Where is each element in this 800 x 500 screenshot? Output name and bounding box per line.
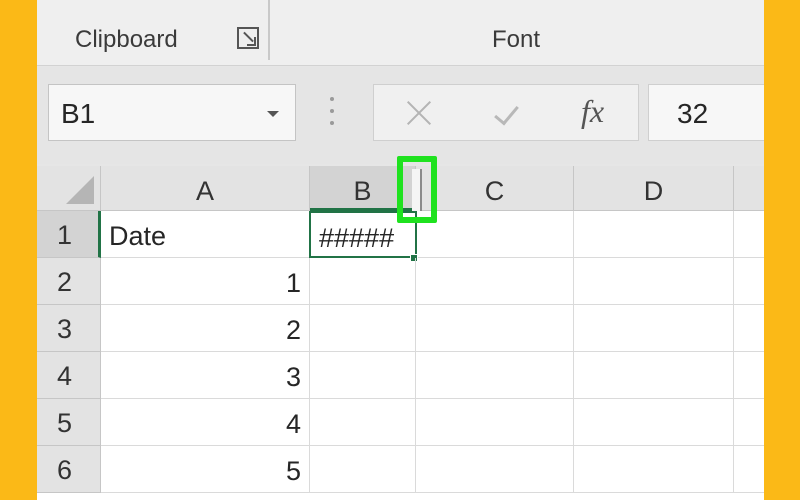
insert-function-icon[interactable]: fx: [581, 93, 604, 130]
cell-a6[interactable]: 5: [101, 446, 310, 493]
cell-a4[interactable]: 3: [101, 352, 310, 399]
name-box[interactable]: B1: [48, 84, 296, 141]
cell-d3[interactable]: [574, 305, 734, 352]
cell-c2[interactable]: [416, 258, 574, 305]
cell-e5[interactable]: [734, 399, 764, 446]
row-header-6[interactable]: 6: [37, 446, 101, 493]
cell-b3[interactable]: [310, 305, 416, 352]
cell-d4[interactable]: [574, 352, 734, 399]
column-header-d[interactable]: D: [574, 166, 734, 211]
cell-b2[interactable]: [310, 258, 416, 305]
dialog-launcher-icon[interactable]: [237, 27, 259, 49]
select-all-triangle-icon: [66, 176, 94, 204]
excel-window: Clipboard Font B1 fx 32 A B C D 1 Date #…: [37, 0, 764, 500]
cell-a3[interactable]: 2: [101, 305, 310, 352]
cell-b6[interactable]: [310, 446, 416, 493]
cancel-icon[interactable]: [403, 99, 435, 127]
formula-input[interactable]: 32: [648, 84, 764, 141]
ribbon-divider: [268, 0, 270, 60]
cell-d6[interactable]: [574, 446, 734, 493]
cell-a2[interactable]: 1: [101, 258, 310, 305]
row-header-2[interactable]: 2: [37, 258, 101, 305]
cell-b5[interactable]: [310, 399, 416, 446]
formula-buttons: fx: [373, 84, 639, 141]
column-border-highlight: [397, 156, 437, 223]
clipboard-group-label: Clipboard: [75, 26, 178, 53]
row-header-1[interactable]: 1: [37, 211, 101, 258]
check-icon[interactable]: [496, 99, 526, 127]
cell-b4[interactable]: [310, 352, 416, 399]
cell-e4[interactable]: [734, 352, 764, 399]
cell-e3[interactable]: [734, 305, 764, 352]
ribbon: Clipboard Font: [37, 0, 764, 66]
column-resize-handle-icon[interactable]: [412, 169, 422, 211]
cell-a5[interactable]: 4: [101, 399, 310, 446]
vertical-dots-icon[interactable]: [330, 97, 334, 131]
formula-input-value: 32: [677, 98, 709, 129]
font-group-label: Font: [492, 26, 541, 53]
column-header-c[interactable]: C: [416, 166, 574, 211]
row-header-3[interactable]: 3: [37, 305, 101, 352]
select-all-button[interactable]: [37, 166, 101, 211]
cell-e6[interactable]: [734, 446, 764, 493]
name-box-value: B1: [61, 98, 96, 129]
formula-bar: B1 fx 32: [37, 67, 764, 164]
cell-d2[interactable]: [574, 258, 734, 305]
chevron-down-icon[interactable]: [267, 111, 279, 117]
cell-e1[interactable]: [734, 211, 764, 258]
column-header-a[interactable]: A: [101, 166, 310, 211]
cell-c6[interactable]: [416, 446, 574, 493]
cell-d1[interactable]: [574, 211, 734, 258]
column-header-e[interactable]: [734, 166, 764, 211]
cell-d5[interactable]: [574, 399, 734, 446]
cell-c3[interactable]: [416, 305, 574, 352]
cell-a1[interactable]: Date: [101, 211, 310, 258]
cell-c5[interactable]: [416, 399, 574, 446]
row-header-4[interactable]: 4: [37, 352, 101, 399]
cell-e2[interactable]: [734, 258, 764, 305]
cell-c1[interactable]: [417, 211, 574, 258]
cell-c4[interactable]: [416, 352, 574, 399]
row-header-5[interactable]: 5: [37, 399, 101, 446]
